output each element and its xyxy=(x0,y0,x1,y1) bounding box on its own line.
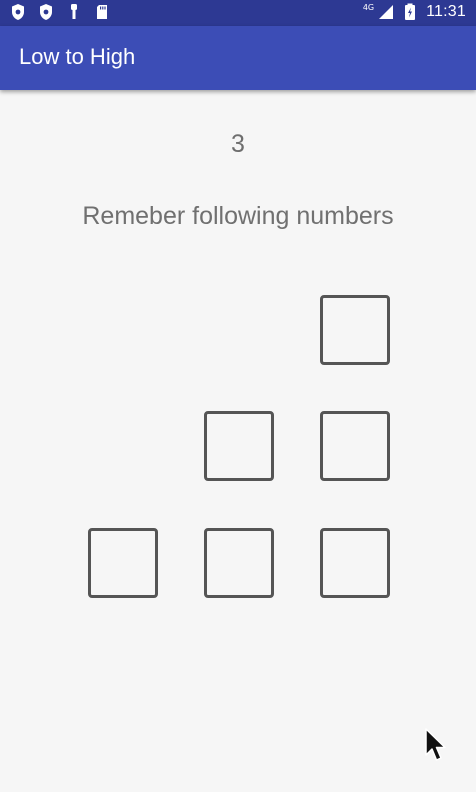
network-type-label: 4G xyxy=(362,2,375,12)
number-cell-r2-c3[interactable] xyxy=(320,411,390,481)
shield-icon xyxy=(40,4,52,20)
app-bar: Low to High xyxy=(0,26,476,90)
status-bar-notifications xyxy=(10,3,110,21)
number-cell-r3-c3[interactable] xyxy=(320,528,390,598)
shield-icon xyxy=(12,4,24,20)
status-time: 11:31 xyxy=(426,3,466,20)
mouse-pointer-icon xyxy=(425,728,446,761)
number-cell-r2-c2[interactable] xyxy=(204,411,274,481)
number-cell-r3-c2[interactable] xyxy=(204,528,274,598)
countdown-counter: 3 xyxy=(231,130,245,158)
sd-card-icon xyxy=(97,5,107,19)
usb-icon xyxy=(71,4,77,19)
number-cell-r3-c1[interactable] xyxy=(88,528,158,598)
instruction-text: Remeber following numbers xyxy=(82,202,394,230)
number-cell-r1-c3[interactable] xyxy=(320,295,390,365)
app-title: Low to High xyxy=(19,44,136,69)
status-bar-system: 4G 11:31 xyxy=(363,3,466,21)
battery-icon xyxy=(405,3,416,20)
signal-icon xyxy=(379,5,394,19)
status-bar: 4G 11:31 xyxy=(0,0,476,26)
